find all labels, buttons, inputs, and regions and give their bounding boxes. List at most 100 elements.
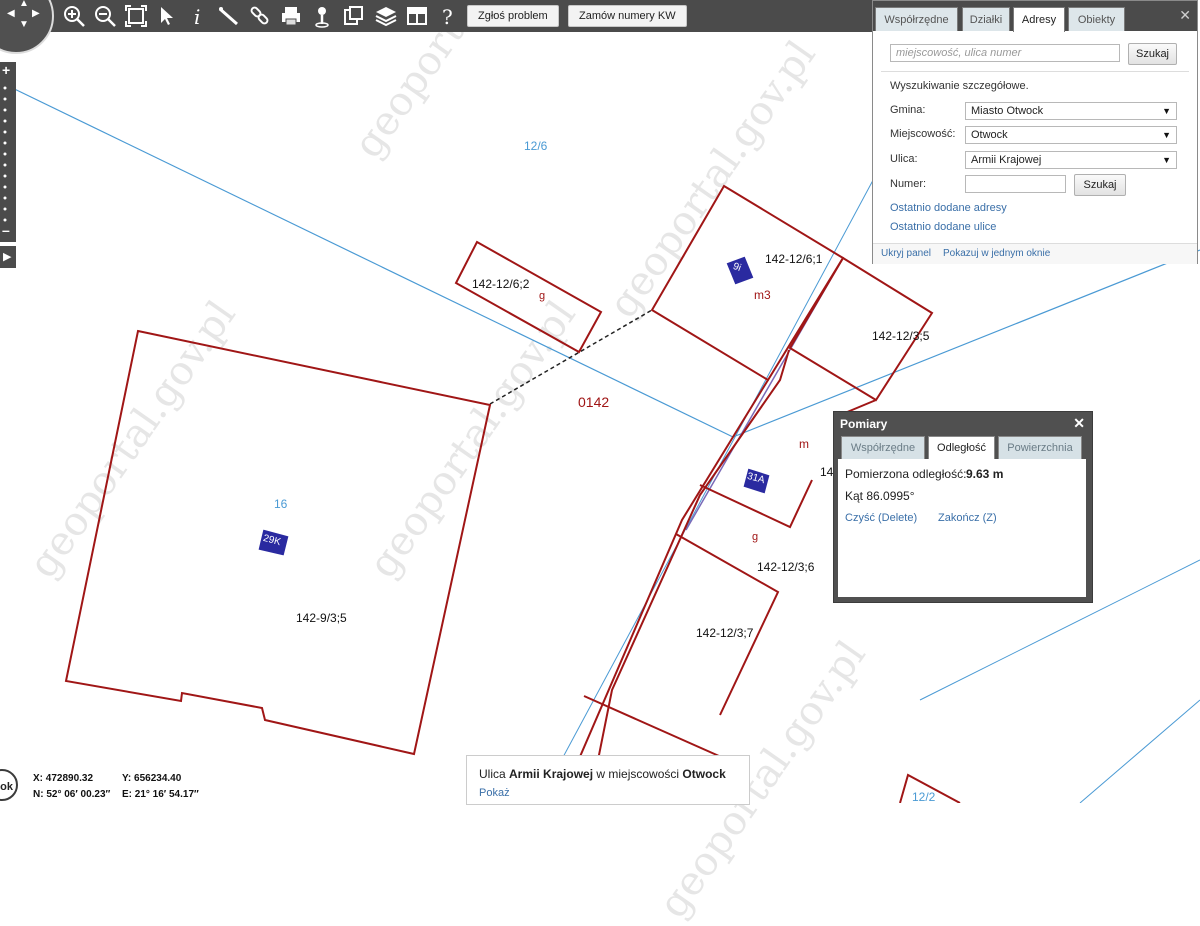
- search-panel-header: Współrzędne Działki Adresy Obiekty ✕: [873, 1, 1197, 32]
- select-pointer-icon[interactable]: [155, 4, 179, 28]
- pan-down-icon[interactable]: ▼: [19, 19, 29, 30]
- close-panel-icon[interactable]: ✕: [1179, 7, 1191, 24]
- distance-label: Pomierzona odległość:: [845, 467, 967, 481]
- zoom-out-icon[interactable]: [93, 4, 117, 28]
- single-window-link[interactable]: Pokazuj w jednym oknie: [943, 248, 1050, 259]
- clear-link[interactable]: Czyść (Delete): [845, 512, 917, 524]
- chevron-down-icon: ▼: [1162, 155, 1171, 165]
- parcel-label: 142-12/3;7: [696, 626, 754, 640]
- info-icon[interactable]: i: [186, 4, 210, 28]
- hide-panel-link[interactable]: Ukryj panel: [881, 248, 931, 259]
- chevron-down-icon: ▼: [1162, 106, 1171, 116]
- link-icon[interactable]: [248, 4, 272, 28]
- address-prefix: Ulica: [479, 767, 510, 781]
- ok-button[interactable]: ok: [0, 769, 18, 801]
- export-icon[interactable]: [341, 4, 365, 28]
- tab-measure-area[interactable]: Powierzchnia: [998, 436, 1082, 459]
- tab-obiekty[interactable]: Obiekty: [1068, 7, 1125, 31]
- ulica-value: Armii Krajowej: [971, 154, 1042, 166]
- svg-text:?: ?: [442, 5, 453, 28]
- parcel-label: 12/2: [912, 790, 936, 804]
- coord-e: E: 21° 16′ 54.17″: [122, 789, 199, 800]
- address-line: Ulica Armii Krajowej w miejscowości Otwo…: [479, 767, 726, 781]
- layers-icon[interactable]: [374, 4, 398, 28]
- numer-search-button[interactable]: Szukaj: [1074, 174, 1126, 196]
- parcel-label: 16: [274, 497, 288, 511]
- chevron-down-icon: ▼: [1162, 130, 1171, 140]
- coord-x: X: 472890.32: [33, 773, 94, 784]
- measurement-panel: Pomiary ✕ Współrzędne Odległość Powierzc…: [833, 411, 1093, 603]
- search-panel-footer: Ukryj panel Pokazuj w jednym oknie: [873, 243, 1197, 264]
- tab-dzialki[interactable]: Działki: [962, 7, 1010, 31]
- gmina-select[interactable]: Miasto Otwock ▼: [965, 102, 1177, 120]
- report-problem-button[interactable]: Zgłoś problem: [467, 5, 559, 27]
- parcel-label: 142-12/6;1: [765, 252, 823, 266]
- expand-panel-button[interactable]: ▶: [0, 246, 16, 268]
- show-address-link[interactable]: Pokaż: [479, 787, 510, 799]
- recent-streets-link[interactable]: Ostatnio dodane ulice: [890, 221, 996, 233]
- gmina-label: Gmina:: [890, 104, 926, 116]
- land-use-label: g: [539, 290, 546, 302]
- parcel-label: 12/6: [524, 139, 548, 153]
- land-use-label: g: [752, 531, 759, 543]
- address-street: Armii Krajowej: [509, 767, 594, 781]
- ulica-select[interactable]: Armii Krajowej ▼: [965, 151, 1177, 169]
- measurement-line: [489, 309, 653, 405]
- layout-icon[interactable]: [405, 4, 429, 28]
- finish-link[interactable]: Zakończ (Z): [938, 512, 997, 524]
- parcel-label: 142-9/3;5: [296, 611, 347, 625]
- zoom-ticks: [3, 86, 7, 222]
- numer-input[interactable]: [965, 175, 1066, 193]
- miejscowosc-value: Otwock: [971, 129, 1008, 141]
- land-use-label: m3: [754, 288, 771, 302]
- parcel-142-12-6-1: [650, 184, 845, 382]
- parcel-edge: [589, 349, 790, 801]
- zoom-extent-icon[interactable]: [124, 4, 148, 28]
- tab-measure-distance[interactable]: Odległość: [928, 436, 995, 460]
- tab-wspolrzedne[interactable]: Współrzędne: [875, 7, 958, 31]
- coord-n: N: 52° 06′ 00.23″: [33, 789, 111, 800]
- pan-left-icon[interactable]: ◀: [7, 8, 15, 19]
- recent-addresses-link[interactable]: Ostatnio dodane adresy: [890, 202, 1007, 214]
- play-icon: ▶: [3, 251, 12, 263]
- tab-adresy[interactable]: Adresy: [1013, 7, 1065, 32]
- zoom-plus-icon[interactable]: +: [2, 62, 10, 78]
- quick-search-input[interactable]: miejscowość, ulica numer: [890, 44, 1120, 62]
- zoom-in-icon[interactable]: [62, 4, 86, 28]
- gmina-value: Miasto Otwock: [971, 105, 1044, 117]
- pan-up-icon[interactable]: ▲: [19, 0, 29, 9]
- tab-measure-coordinates[interactable]: Współrzędne: [841, 436, 925, 459]
- measurement-body: Pomierzona odległość: 9.63 m Kąt 86.0995…: [838, 459, 1086, 597]
- pin-icon[interactable]: [310, 4, 334, 28]
- divider: [881, 71, 1189, 72]
- order-kw-button[interactable]: Zamów numery KW: [568, 5, 687, 27]
- address-popup: Ulica Armii Krajowej w miejscowości Otwo…: [466, 755, 750, 805]
- land-use-label: m: [799, 437, 809, 451]
- quick-search-button[interactable]: Szukaj: [1128, 43, 1177, 65]
- distance-value: 9.63 m: [966, 467, 1004, 481]
- parcel-edge: [583, 695, 729, 761]
- building-9i: [725, 255, 755, 286]
- region-label: 0142: [578, 394, 610, 410]
- parcel-142-12-6-2: [454, 240, 603, 354]
- parcel-label: 142-12/6;2: [472, 277, 530, 291]
- boundary-line-blue: [1079, 699, 1200, 803]
- miejscowosc-select[interactable]: Otwock ▼: [965, 126, 1177, 144]
- detailed-search-heading: Wyszukiwanie szczegółowe.: [890, 80, 1029, 92]
- measure-ruler-icon[interactable]: [217, 4, 241, 28]
- ulica-label: Ulica:: [890, 153, 918, 165]
- measurement-title: Pomiary: [840, 417, 888, 431]
- help-icon[interactable]: ?: [436, 4, 460, 28]
- zoom-minus-icon[interactable]: –: [2, 222, 10, 238]
- pan-right-icon[interactable]: ▶: [32, 8, 40, 19]
- parcel-label: 142-12/3;5: [872, 329, 930, 343]
- parcel-label: 14: [820, 465, 834, 479]
- boundary-line-blue: [0, 81, 734, 438]
- close-icon[interactable]: ✕: [1073, 415, 1085, 432]
- print-icon[interactable]: [279, 4, 303, 28]
- angle-text: Kąt 86.0995°: [845, 489, 915, 503]
- parcel-label: 142-12/3;6: [757, 560, 815, 574]
- coordinate-readout: ok X: 472890.32 Y: 656234.40 N: 52° 06′ …: [0, 764, 460, 803]
- miejscowosc-label: Miejscowość:: [890, 128, 956, 140]
- zoom-slider[interactable]: + –: [0, 62, 16, 242]
